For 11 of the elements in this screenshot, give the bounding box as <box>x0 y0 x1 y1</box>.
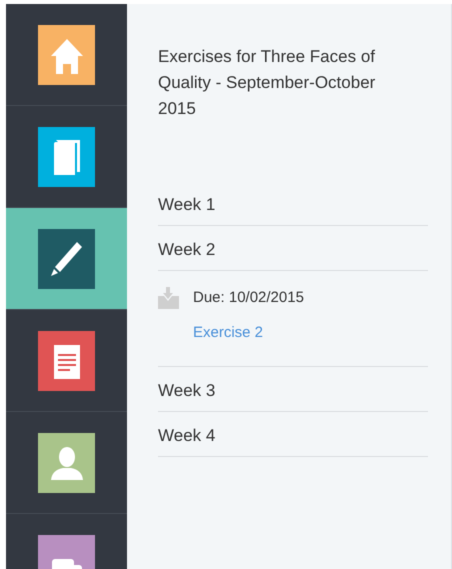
week-header[interactable]: Week 4 <box>158 412 428 456</box>
week-header[interactable]: Week 3 <box>158 367 428 411</box>
due-date: Due: 10/02/2015 <box>193 288 304 308</box>
notepad-icon <box>52 342 80 380</box>
book-icon <box>52 138 82 176</box>
inbox-icon <box>158 287 179 310</box>
person-icon <box>50 446 84 480</box>
week-header[interactable]: Week 2 <box>158 226 428 270</box>
pencil-icon <box>50 240 84 278</box>
page-title: Exercises for Three Faces of Quality - September-October 2015 <box>158 46 376 120</box>
week-header[interactable]: Week 1 <box>158 181 428 225</box>
